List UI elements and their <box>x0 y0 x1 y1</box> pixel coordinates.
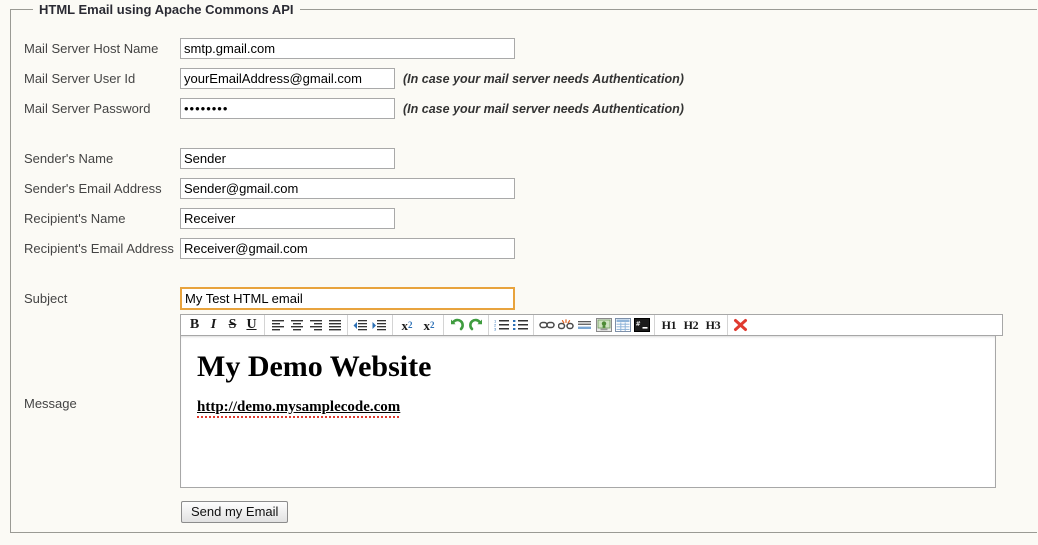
label-password: Mail Server Password <box>24 100 151 116</box>
label-subject: Subject <box>24 290 68 306</box>
field-row-userid: Mail Server User Id (In case your mail s… <box>24 68 684 89</box>
userid-auth-hint: (In case your mail server needs Authenti… <box>403 71 684 86</box>
recipient-name-input[interactable] <box>180 208 395 229</box>
send-email-button[interactable]: Send my Email <box>181 501 289 523</box>
label-recipient-name: Recipient's Name <box>24 210 126 226</box>
redo-icon[interactable] <box>466 316 485 334</box>
message-editor: B I S U x 2 x 2 1 2 3 # H1 H2 H3 My Demo… <box>180 314 1003 488</box>
toolbar-group-history <box>444 315 489 335</box>
insert-image-icon[interactable] <box>594 316 613 334</box>
svg-text:3: 3 <box>494 326 497 331</box>
content-link[interactable]: http://demo.mysamplecode.com <box>197 399 401 418</box>
userid-input[interactable] <box>180 68 395 89</box>
toolbar-group-script: x2 x2 <box>393 315 444 335</box>
remove-format-icon[interactable] <box>731 316 750 334</box>
toolbar-group-text-style: B I S U <box>182 315 265 335</box>
toolbar-group-indentation <box>348 315 393 335</box>
host-input[interactable] <box>180 38 515 59</box>
label-sender-email: Sender's Email Address <box>24 180 162 196</box>
label-message: Message <box>24 396 77 411</box>
align-right-icon[interactable] <box>306 316 325 334</box>
field-row-sender-name: Sender's Name <box>24 148 395 169</box>
heading-3-button[interactable]: H3 <box>702 316 724 334</box>
link-icon[interactable] <box>537 316 556 334</box>
strikethrough-icon[interactable]: S <box>223 316 242 334</box>
italic-icon[interactable]: I <box>204 316 223 334</box>
recipient-email-input[interactable] <box>180 238 515 259</box>
content-heading: My Demo Website <box>197 350 432 383</box>
field-row-password: Mail Server Password (In case your mail … <box>24 98 684 119</box>
toolbar-group-headings: H1 H2 H3 <box>655 315 728 335</box>
toolbar-group-insert: # <box>534 315 655 335</box>
sender-email-input[interactable] <box>180 178 515 199</box>
label-recipient-email: Recipient's Email Address <box>24 240 174 256</box>
underline-icon[interactable]: U <box>242 316 261 334</box>
field-row-sender-email: Sender's Email Address <box>24 178 515 199</box>
field-row-recipient-name: Recipient's Name <box>24 208 395 229</box>
subscript-icon[interactable]: x2 <box>396 316 418 334</box>
bold-icon[interactable]: B <box>185 316 204 334</box>
toolbar-group-alignment <box>265 315 348 335</box>
toolbar-group-lists: 123 <box>489 315 534 335</box>
outdent-icon[interactable] <box>351 316 370 334</box>
unlink-icon[interactable] <box>556 316 575 334</box>
align-left-icon[interactable] <box>268 316 287 334</box>
align-center-icon[interactable] <box>287 316 306 334</box>
ordered-list-icon[interactable]: 123 <box>492 316 511 334</box>
unordered-list-icon[interactable] <box>511 316 530 334</box>
editor-content-area[interactable]: My Demo Website http://demo.mysamplecode… <box>180 336 996 488</box>
password-input[interactable] <box>180 98 395 119</box>
heading-1-button[interactable]: H1 <box>658 316 680 334</box>
field-row-message: Message <box>24 396 77 412</box>
subject-input[interactable] <box>180 287 515 310</box>
source-code-icon[interactable]: # <box>632 316 651 334</box>
superscript-icon[interactable]: x2 <box>418 316 440 334</box>
horizontal-rule-icon[interactable] <box>575 316 594 334</box>
fieldset-legend: HTML Email using Apache Commons API <box>33 2 300 17</box>
toolbar-group-remove <box>728 315 753 335</box>
label-sender-name: Sender's Name <box>24 150 114 166</box>
indent-icon[interactable] <box>370 316 389 334</box>
heading-2-button[interactable]: H2 <box>680 316 702 334</box>
align-justify-icon[interactable] <box>325 316 344 334</box>
sender-name-input[interactable] <box>180 148 395 169</box>
subscript-index: 2 <box>408 319 413 330</box>
field-row-host: Mail Server Host Name <box>24 38 515 59</box>
editor-toolbar: B I S U x 2 x 2 1 2 3 # H1 H2 H3 <box>180 314 1003 336</box>
field-row-subject: Subject <box>24 287 515 310</box>
label-userid: Mail Server User Id <box>24 70 136 86</box>
superscript-index: 2 <box>430 319 435 330</box>
label-host: Mail Server Host Name <box>24 40 159 56</box>
password-auth-hint: (In case your mail server needs Authenti… <box>403 101 684 116</box>
field-row-recipient-email: Recipient's Email Address <box>24 238 515 259</box>
undo-icon[interactable] <box>447 316 466 334</box>
insert-table-icon[interactable] <box>613 316 632 334</box>
